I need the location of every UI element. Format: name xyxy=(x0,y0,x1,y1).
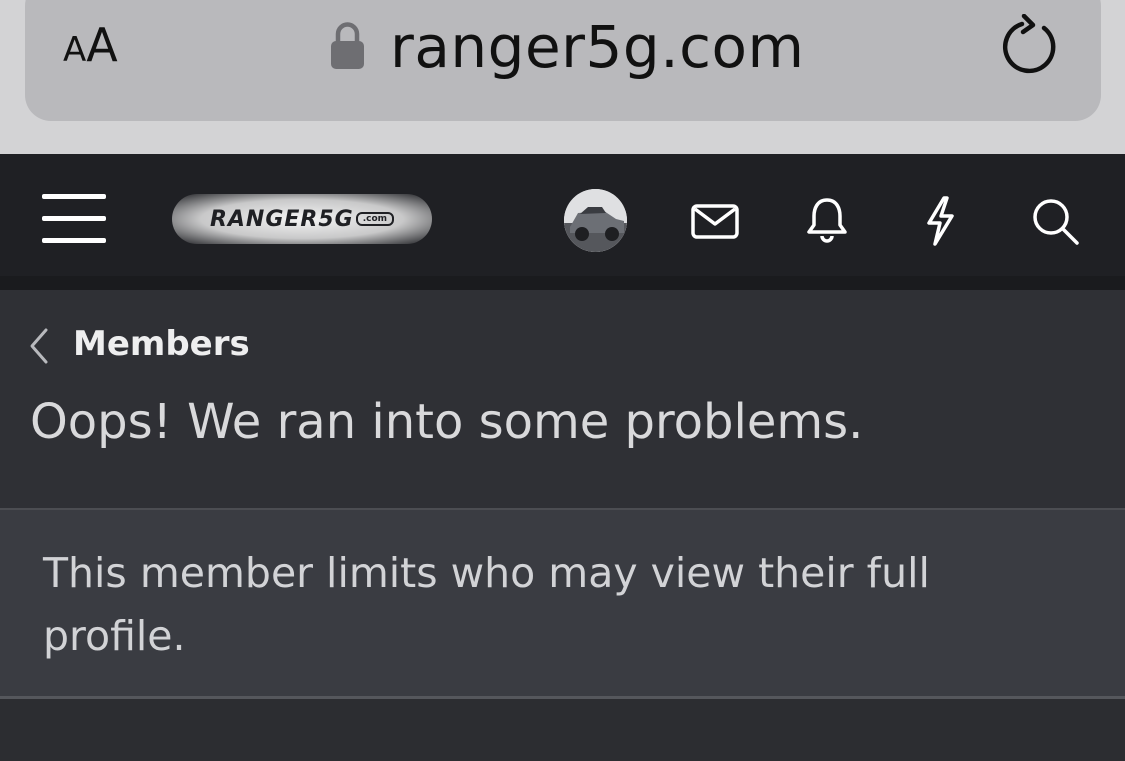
search-icon[interactable] xyxy=(1028,194,1082,248)
truck-avatar-image xyxy=(564,189,627,252)
page-content: Members Oops! We ran into some problems. xyxy=(0,290,1125,508)
logo-suffix: .com xyxy=(355,212,395,226)
browser-toolbar: A A ranger5g.com xyxy=(0,0,1125,154)
menu-bar xyxy=(42,238,106,243)
menu-bar xyxy=(42,216,106,221)
chevron-left-icon[interactable] xyxy=(28,326,50,366)
text-size-button[interactable]: A A xyxy=(63,18,118,78)
page-title: Oops! We ran into some problems. xyxy=(30,394,864,450)
menu-bar xyxy=(42,194,106,199)
lightning-icon[interactable] xyxy=(913,194,967,248)
bell-icon[interactable] xyxy=(800,194,854,248)
avatar[interactable] xyxy=(564,189,627,252)
error-message-block: This member limits who may view their fu… xyxy=(0,510,1125,696)
text-size-small-glyph: A xyxy=(63,30,87,70)
error-message: This member limits who may view their fu… xyxy=(43,549,930,660)
lock-icon xyxy=(331,22,364,69)
logo-text: RANGER5G xyxy=(209,206,354,232)
mail-icon[interactable] xyxy=(688,194,742,248)
menu-icon[interactable] xyxy=(42,194,106,246)
url-text[interactable]: ranger5g.com xyxy=(390,12,805,82)
breadcrumb-members[interactable]: Members xyxy=(73,324,250,364)
text-size-big-glyph: A xyxy=(86,18,118,72)
reload-icon[interactable] xyxy=(1000,14,1062,76)
site-logo[interactable]: RANGER5G .com xyxy=(172,194,432,244)
header-shadow xyxy=(0,276,1125,290)
page-footer-area xyxy=(0,699,1125,761)
site-header: RANGER5G .com xyxy=(0,154,1125,276)
